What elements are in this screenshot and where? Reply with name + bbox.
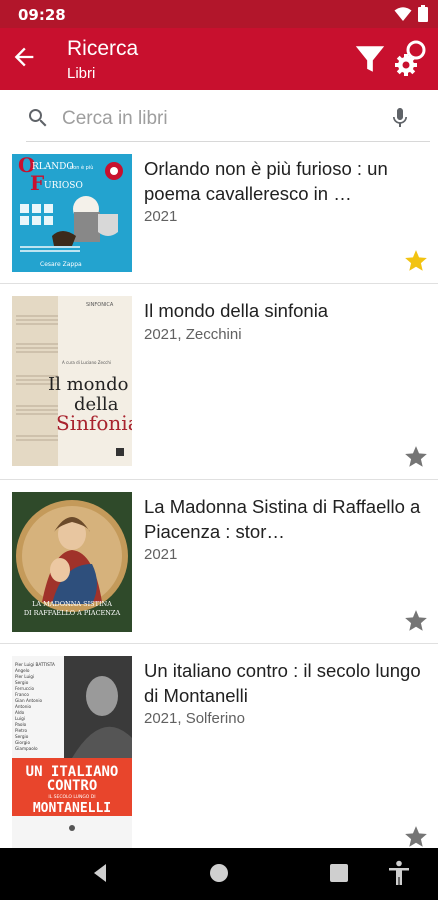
status-bar: 09:28 <box>0 0 438 28</box>
app-bar: Ricerca Libri <box>0 28 438 90</box>
cover-top-label: SINFONICA <box>86 302 114 308</box>
book-meta: 2021 <box>144 546 178 563</box>
wifi-icon <box>394 6 412 21</box>
cover-title-line1: Il mondo <box>48 374 128 395</box>
search-icon <box>29 109 47 127</box>
cover-name: Franco <box>15 692 29 697</box>
book-title: Orlando non è più furioso : un poema cav… <box>144 158 388 204</box>
favorite-star-icon[interactable] <box>403 608 429 634</box>
cover-name: Giampaolo <box>15 746 38 751</box>
microphone-icon[interactable] <box>388 104 412 132</box>
book-cover: O RLANDO non è più F URIOSO Cesare Zappa <box>12 154 132 272</box>
book-meta: 2021, Zecchini <box>144 326 242 343</box>
cover-title-line3: IL SECOLO LUNGO DI <box>48 794 95 800</box>
cover-name: Angelo <box>15 668 30 673</box>
nav-recents-icon[interactable] <box>329 862 349 884</box>
cover-title-line3: Sinfonia <box>56 411 132 435</box>
cover-name: Sergio <box>15 734 29 739</box>
cover-title-line2: CONTRO <box>47 778 98 794</box>
cover-name: Gian Antonio <box>15 698 42 703</box>
cover-curator: A cura di Luciano Zecchi <box>62 360 111 365</box>
nav-back-icon[interactable] <box>90 862 110 884</box>
list-item[interactable]: LA MADONNA SISTINA DI RAFFAELLO A PIACEN… <box>0 480 438 644</box>
battery-icon <box>418 5 428 22</box>
cover-name: Paolo <box>15 722 27 727</box>
svg-text:F: F <box>30 171 44 195</box>
cover-name: Antonio <box>15 704 32 709</box>
advanced-search-icon[interactable] <box>393 38 433 78</box>
book-meta: 2021, Solferino <box>144 710 245 727</box>
cover-text-line2: URIOSO <box>44 181 83 191</box>
cover-name: Aldo <box>15 710 25 715</box>
cover-title-line1: LA MADONNA SISTINA <box>32 600 112 608</box>
status-icons <box>394 5 428 22</box>
list-item[interactable]: Pier Luigi BATTISTA Angelo Pier Luigi Se… <box>0 644 438 850</box>
list-item[interactable]: O RLANDO non è più F URIOSO Cesare Zappa <box>0 142 438 284</box>
favorite-star-icon[interactable] <box>403 824 429 850</box>
cover-name: Ferruccio <box>15 686 35 691</box>
book-cover: SINFONICA A cura di Luciano Zecchi Il mo… <box>12 296 132 466</box>
cover-title-line2: DI RAFFAELLO A PIACENZA <box>24 609 121 617</box>
back-arrow-icon[interactable] <box>10 43 38 71</box>
book-title: Un italiano contro : il secolo lungo di … <box>144 660 421 706</box>
cover-name: Luigi <box>15 716 25 721</box>
page-title: Ricerca <box>67 37 139 60</box>
book-title: Il mondo della sinfonia <box>144 300 329 321</box>
cover-name: Sergio <box>15 680 29 685</box>
nav-home-icon[interactable] <box>208 862 230 884</box>
cover-name: Pietro <box>15 728 27 733</box>
book-meta: 2021 <box>144 208 178 225</box>
cover-author: Cesare Zappa <box>40 261 82 268</box>
system-nav-bar <box>0 848 438 900</box>
cover-name: Pier Luigi <box>15 674 34 679</box>
search-bar <box>26 98 430 142</box>
book-cover: LA MADONNA SISTINA DI RAFFAELLO A PIACEN… <box>12 492 132 632</box>
cover-name: Giorgio <box>15 740 30 745</box>
cover-name: Pier Luigi BATTISTA <box>15 662 55 667</box>
book-title: La Madonna Sistina di Raffaello a Piacen… <box>144 496 421 542</box>
favorite-star-icon[interactable] <box>403 248 429 274</box>
page-subtitle: Libri <box>67 65 96 82</box>
accessibility-icon[interactable] <box>387 860 411 886</box>
cover-text-line1b: non è più <box>70 164 93 171</box>
filter-icon[interactable] <box>353 42 387 76</box>
status-time: 09:28 <box>18 6 66 24</box>
favorite-star-icon[interactable] <box>403 444 429 470</box>
book-cover: Pier Luigi BATTISTA Angelo Pier Luigi Se… <box>12 656 132 850</box>
list-item[interactable]: SINFONICA A cura di Luciano Zecchi Il mo… <box>0 284 438 480</box>
search-input[interactable] <box>62 102 382 136</box>
cover-title-line4: MONTANELLI <box>33 801 111 816</box>
